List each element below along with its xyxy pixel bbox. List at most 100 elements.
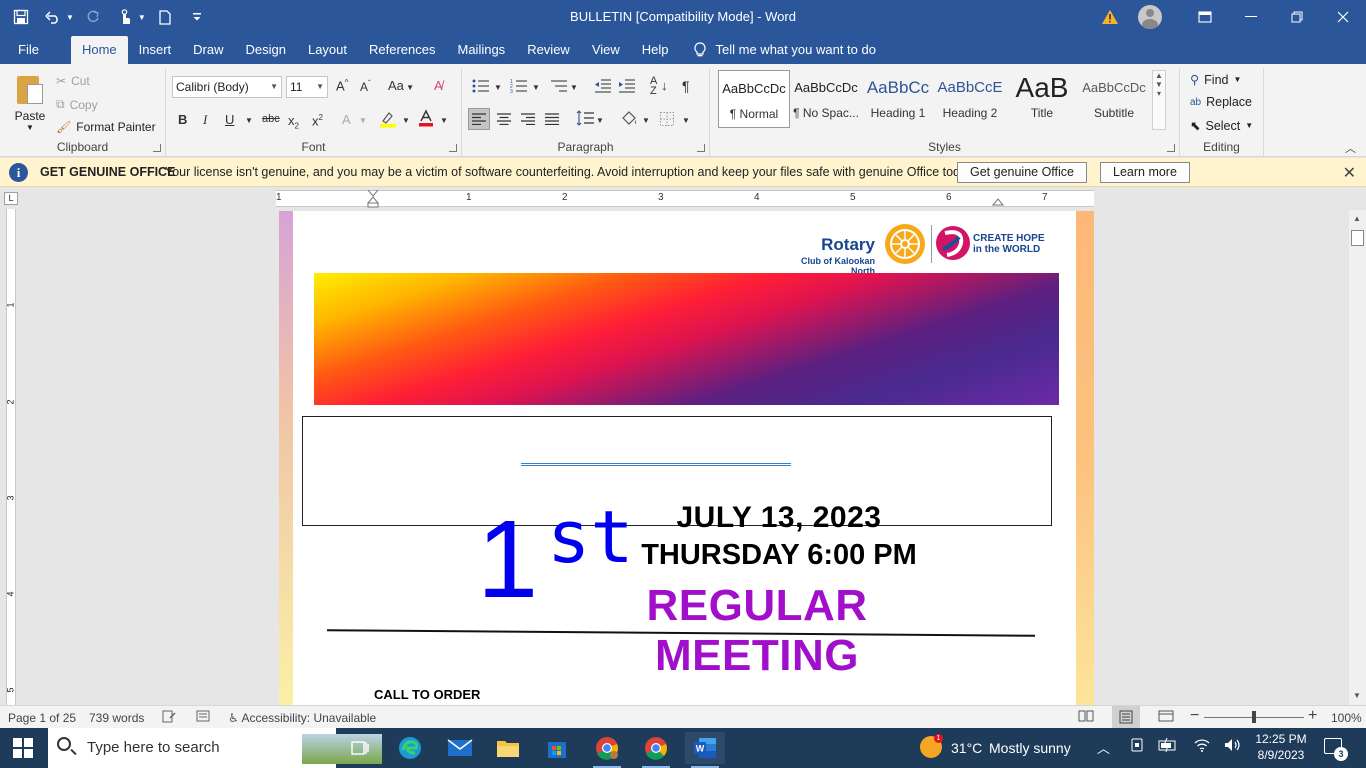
underline-icon[interactable]: U [225, 112, 234, 127]
redo-icon[interactable] [80, 4, 106, 30]
sort-icon[interactable]: AZ [650, 76, 657, 97]
style-heading-2[interactable]: AaBbCcE Heading 2 [934, 70, 1006, 128]
select-button[interactable]: ⬉ Select ▼ [1190, 118, 1253, 134]
tab-references[interactable]: References [358, 36, 446, 64]
clipboard-launcher-icon[interactable] [153, 144, 161, 152]
file-explorer-icon[interactable] [488, 732, 528, 764]
tab-draw[interactable]: Draw [182, 36, 234, 64]
bold-icon[interactable]: B [178, 112, 187, 127]
tab-review[interactable]: Review [516, 36, 581, 64]
justify-icon[interactable] [545, 113, 559, 128]
subscript-icon[interactable]: x2 [288, 113, 299, 131]
font-color-dropdown-icon[interactable]: ▼ [440, 116, 448, 125]
proofing-icon[interactable] [162, 709, 176, 726]
sort-arrow-icon[interactable]: ↓ [661, 78, 668, 93]
clock-time[interactable]: 12:25 PM [1253, 732, 1309, 746]
tab-design[interactable]: Design [235, 36, 297, 64]
word-count[interactable]: 739 words [89, 711, 144, 725]
line-spacing-dropdown-icon[interactable]: ▼ [596, 116, 604, 125]
weather-condition[interactable]: Mostly sunny [989, 740, 1071, 756]
font-name-combo[interactable]: Calibri (Body) ▼ [172, 76, 282, 98]
close-window-icon[interactable] [1320, 0, 1366, 34]
zoom-in-icon[interactable]: + [1308, 707, 1317, 725]
increase-indent-icon[interactable] [618, 78, 636, 97]
style-no-spacing[interactable]: AaBbCcDc ¶ No Spac... [790, 70, 862, 128]
learn-more-button[interactable]: Learn more [1100, 162, 1190, 183]
tab-selector[interactable]: L [4, 192, 18, 205]
scroll-up-icon[interactable]: ▲ [1350, 212, 1364, 226]
account-avatar[interactable] [1138, 5, 1162, 29]
get-genuine-office-button[interactable]: Get genuine Office [957, 162, 1088, 183]
collapse-ribbon-icon[interactable]: ︿ [1345, 140, 1356, 156]
line-spacing-icon[interactable] [576, 110, 594, 129]
vertical-scrollbar[interactable]: ▲ ▼ [1349, 210, 1366, 705]
chevron-up-icon[interactable]: ︿ [1097, 738, 1110, 757]
multilevel-list-icon[interactable] [550, 78, 568, 97]
tab-insert[interactable]: Insert [128, 36, 183, 64]
clock-date[interactable]: 8/9/2023 [1253, 748, 1309, 762]
zoom-level[interactable]: 100% [1331, 711, 1362, 725]
font-size-combo[interactable]: 11 ▼ [286, 76, 328, 98]
highlight-dropdown-icon[interactable]: ▼ [402, 116, 410, 125]
tab-file[interactable]: File [0, 36, 51, 64]
show-formatting-icon[interactable]: ¶ [682, 78, 690, 94]
align-left-icon[interactable] [468, 108, 490, 130]
text-effects-icon[interactable]: A [342, 112, 351, 127]
scroll-thumb[interactable] [1351, 230, 1364, 246]
underline-dropdown-icon[interactable]: ▼ [245, 116, 253, 125]
borders-icon[interactable] [660, 112, 674, 129]
word-icon[interactable]: W [685, 732, 725, 768]
shading-dropdown-icon[interactable]: ▼ [642, 116, 650, 125]
tab-help[interactable]: Help [631, 36, 680, 64]
bullets-icon[interactable] [472, 78, 490, 97]
change-case-icon[interactable]: Aa ▼ [388, 78, 414, 93]
styles-launcher-icon[interactable] [1167, 144, 1175, 152]
undo-icon[interactable] [40, 4, 66, 30]
weather-temperature[interactable]: 31°C [951, 740, 982, 756]
tab-layout[interactable]: Layout [297, 36, 358, 64]
tell-me-search[interactable]: Tell me what you want to do [693, 36, 876, 64]
paragraph-launcher-icon[interactable] [697, 144, 705, 152]
read-mode-icon[interactable] [1078, 709, 1094, 726]
undo-dropdown-icon[interactable]: ▼ [66, 13, 74, 22]
chrome-profile-2-icon[interactable] [636, 732, 676, 768]
font-color-icon[interactable] [418, 109, 434, 130]
accessibility-status[interactable]: ♿ Accessibility: Unavailable [228, 711, 376, 725]
warning-icon[interactable] [1100, 7, 1120, 27]
meet-now-icon[interactable] [1130, 738, 1144, 755]
zoom-slider-thumb[interactable] [1252, 711, 1256, 723]
style-subtitle[interactable]: AaBbCcDc Subtitle [1078, 70, 1150, 128]
styles-gallery-scroll[interactable]: ▲ ▼ ▾ [1152, 70, 1166, 130]
customize-toolbar-icon[interactable] [184, 4, 210, 30]
copy-button[interactable]: ⧉ Copy [56, 97, 98, 112]
tab-view[interactable]: View [581, 36, 631, 64]
shrink-font-icon[interactable]: Aˇ [360, 79, 371, 94]
mail-icon[interactable] [440, 732, 480, 764]
save-icon[interactable] [8, 4, 34, 30]
cut-button[interactable]: ✂ Cut [56, 74, 90, 88]
tab-home[interactable]: Home [70, 36, 128, 64]
web-layout-icon[interactable] [1158, 709, 1174, 726]
align-center-icon[interactable] [497, 113, 511, 128]
minimize-icon[interactable] [1228, 0, 1274, 34]
grow-font-icon[interactable]: A^ [336, 78, 348, 93]
wifi-icon[interactable] [1194, 738, 1210, 755]
style-normal[interactable]: AaBbCcDc ¶ Normal [718, 70, 790, 128]
strikethrough-icon[interactable]: abc [262, 113, 280, 125]
edge-icon[interactable] [390, 732, 430, 764]
macro-icon[interactable] [196, 709, 210, 726]
format-painter-button[interactable]: 🖌 Format Painter [56, 120, 156, 134]
highlight-icon[interactable] [379, 110, 397, 131]
paste-dropdown-icon[interactable]: ▼ [10, 123, 50, 132]
italic-icon[interactable]: I [203, 112, 207, 128]
decrease-indent-icon[interactable] [594, 78, 612, 97]
paste-button[interactable]: Paste ▼ [10, 70, 50, 132]
microsoft-store-icon[interactable] [537, 732, 577, 764]
chrome-profile-1-icon[interactable] [587, 732, 627, 768]
multilevel-dropdown-icon[interactable]: ▼ [570, 83, 578, 92]
borders-dropdown-icon[interactable]: ▼ [682, 116, 690, 125]
zoom-out-icon[interactable]: − [1190, 707, 1199, 725]
text-effects-dropdown-icon[interactable]: ▼ [359, 116, 367, 125]
restore-icon[interactable] [1274, 0, 1320, 34]
left-indent-marker[interactable] [367, 190, 379, 208]
